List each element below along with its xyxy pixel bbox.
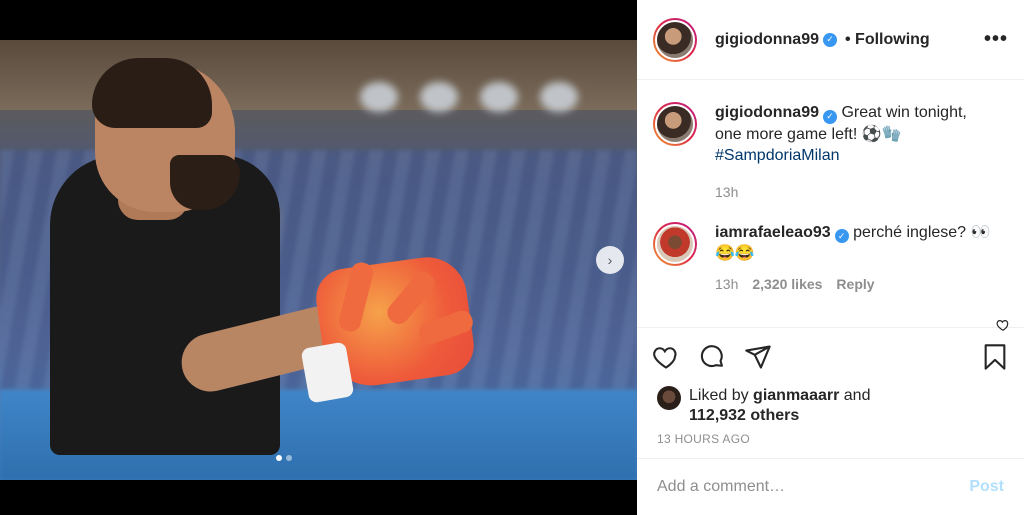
avatar[interactable]: [653, 102, 697, 146]
heart-icon[interactable]: [996, 318, 1010, 332]
avatar-image: [655, 223, 695, 264]
caption-time[interactable]: 13h: [715, 184, 738, 200]
stadium-light: [480, 82, 518, 112]
save-button[interactable]: [980, 342, 1010, 372]
reply-button[interactable]: Reply: [836, 276, 874, 292]
likes-others[interactable]: 112,932 others: [689, 407, 799, 424]
more-icon[interactable]: •••: [984, 28, 1008, 51]
glove-cuff: [300, 341, 355, 404]
verified-icon: ✓: [823, 32, 837, 47]
likes-user[interactable]: gianmaaarr: [753, 387, 839, 404]
header-username[interactable]: gigiodonna99: [715, 31, 819, 49]
post-side-panel: gigiodonna99 ✓ • Following ••• gigiodonn…: [637, 0, 1024, 515]
likes-middle: and: [843, 387, 871, 404]
reply-text: iamrafaeleao93 ✓ perché inglese? 👀😂😂: [715, 222, 995, 265]
reply-likes[interactable]: 2,320 likes: [752, 276, 822, 292]
player-hair: [92, 58, 212, 128]
avatar-image: [655, 104, 695, 144]
stadium-light: [360, 82, 398, 112]
likes-summary: Liked by gianmaaarr and 112,932 others: [637, 386, 1024, 426]
comments-section: gigiodonna99 ✓ Great win tonight, one mor…: [637, 80, 1024, 331]
post-comment-button[interactable]: Post: [969, 478, 1004, 496]
verified-icon: ✓: [834, 229, 849, 243]
caption-meta: 13h: [715, 184, 995, 200]
reply-time[interactable]: 13h: [715, 276, 738, 292]
action-bar: [637, 328, 1024, 386]
bookmark-icon: [984, 344, 1006, 370]
likes-text: Liked by gianmaaarr and 112,932 others: [689, 386, 870, 426]
post-header: gigiodonna99 ✓ • Following •••: [637, 0, 1024, 80]
post-timestamp[interactable]: 13 HOURS AGO: [637, 426, 1024, 446]
caption-comment: gigiodonna99 ✓ Great win tonight, one mor…: [653, 102, 1008, 200]
like-button[interactable]: [651, 342, 681, 372]
hashtag-link[interactable]: #SampdoriaMilan: [715, 147, 840, 164]
heart-icon: [653, 347, 677, 369]
likes-prefix: Liked by: [689, 387, 749, 404]
comment-input[interactable]: [657, 478, 970, 496]
reply-meta: 13h 2,320 likes Reply: [715, 276, 995, 292]
caption-text: gigiodonna99 ✓ Great win tonight, one mor…: [715, 102, 995, 166]
carousel-dots: [276, 455, 292, 461]
caption-username[interactable]: gigiodonna99: [715, 104, 819, 121]
carousel-next-button[interactable]: ›: [596, 246, 624, 274]
carousel-dot[interactable]: [276, 455, 282, 461]
carousel-dot[interactable]: [286, 455, 292, 461]
post-media: ›: [0, 0, 637, 515]
avatar-image: [655, 19, 695, 60]
following-button[interactable]: • Following: [845, 31, 930, 49]
comment-button[interactable]: [697, 342, 727, 372]
stadium-light: [540, 82, 578, 112]
comment-icon: [700, 345, 723, 368]
share-icon: [745, 345, 771, 369]
verified-icon: ✓: [823, 109, 837, 124]
reply-username[interactable]: iamrafaeleao93: [715, 224, 831, 241]
avatar[interactable]: [657, 386, 681, 410]
reply-comment: iamrafaeleao93 ✓ perché inglese? 👀😂😂 13h …: [653, 221, 1008, 292]
share-button[interactable]: [743, 342, 773, 372]
avatar[interactable]: [653, 221, 697, 266]
stadium-light: [420, 82, 458, 112]
comment-form: Post: [637, 458, 1024, 515]
avatar[interactable]: [653, 17, 697, 62]
chevron-right-icon: ›: [607, 252, 613, 268]
